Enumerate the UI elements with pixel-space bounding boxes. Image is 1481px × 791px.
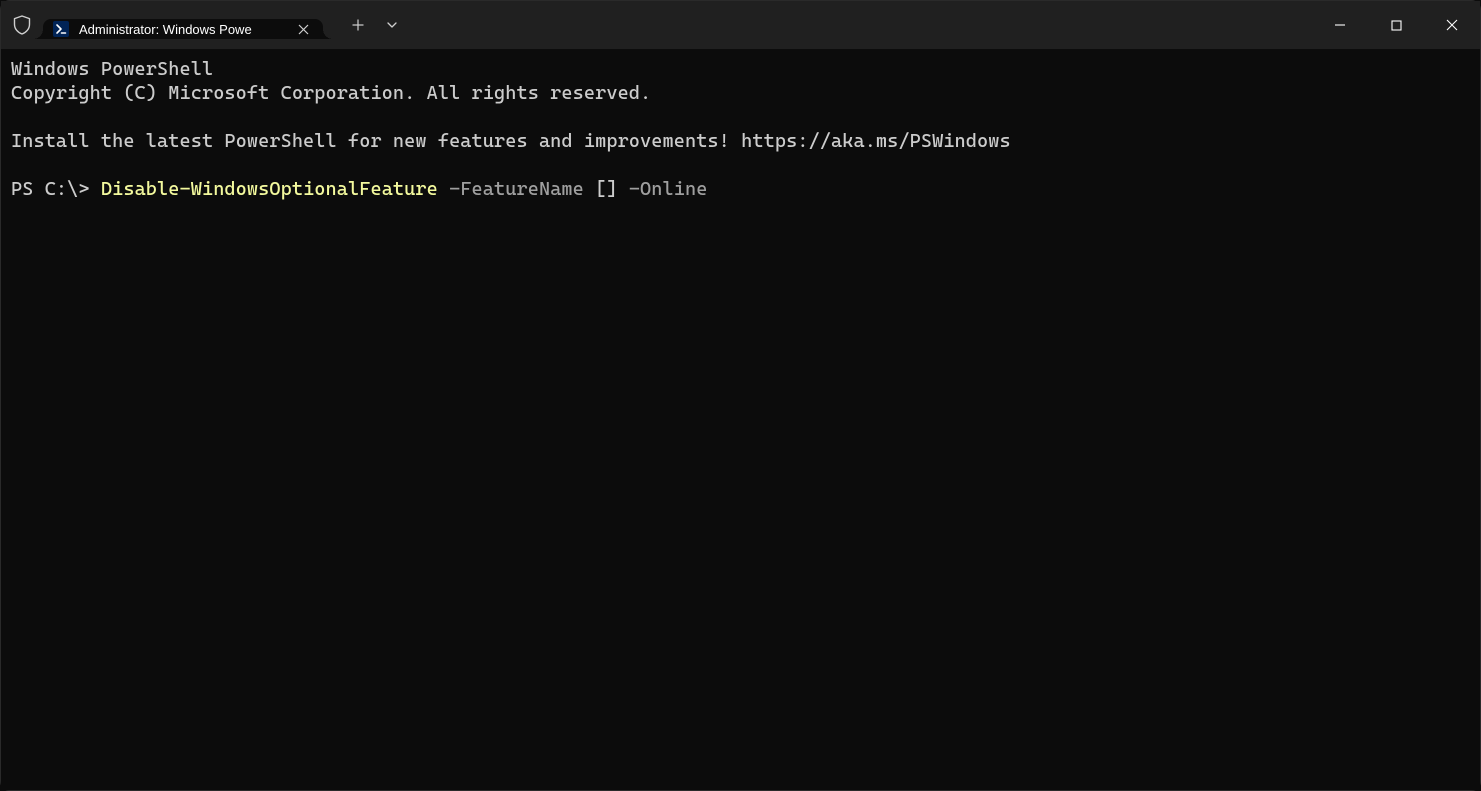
titlebar-drag-region[interactable] [409,1,1312,49]
close-button[interactable] [1424,1,1480,49]
terminal-output[interactable]: Windows PowerShell Copyright (C) Microso… [1,49,1480,790]
output-line: Windows PowerShell [11,58,213,80]
prompt: PS C:\> [11,178,101,200]
tab-close-button[interactable] [293,19,313,39]
new-tab-button[interactable] [341,5,375,45]
parameter-token: -FeatureName [449,178,584,200]
tab-powershell[interactable]: Administrator: Windows Powe [43,19,323,39]
parameter-token: -Online [629,178,708,200]
titlebar-left: Administrator: Windows Powe [1,1,323,49]
argument-token: [] [595,178,617,200]
titlebar-actions [323,1,409,49]
tab-dropdown-button[interactable] [375,5,409,45]
space [438,178,449,200]
output-line: Install the latest PowerShell for new fe… [11,130,1011,152]
shield-icon [13,15,31,35]
space [618,178,629,200]
powershell-icon [53,21,69,37]
maximize-button[interactable] [1368,1,1424,49]
output-line: Copyright (C) Microsoft Corporation. All… [11,82,651,104]
command-token: Disable-WindowsOptionalFeature [101,178,438,200]
space [584,178,595,200]
window-controls [1312,1,1480,49]
titlebar: Administrator: Windows Powe [1,1,1480,49]
minimize-button[interactable] [1312,1,1368,49]
tab-title: Administrator: Windows Powe [79,22,287,37]
